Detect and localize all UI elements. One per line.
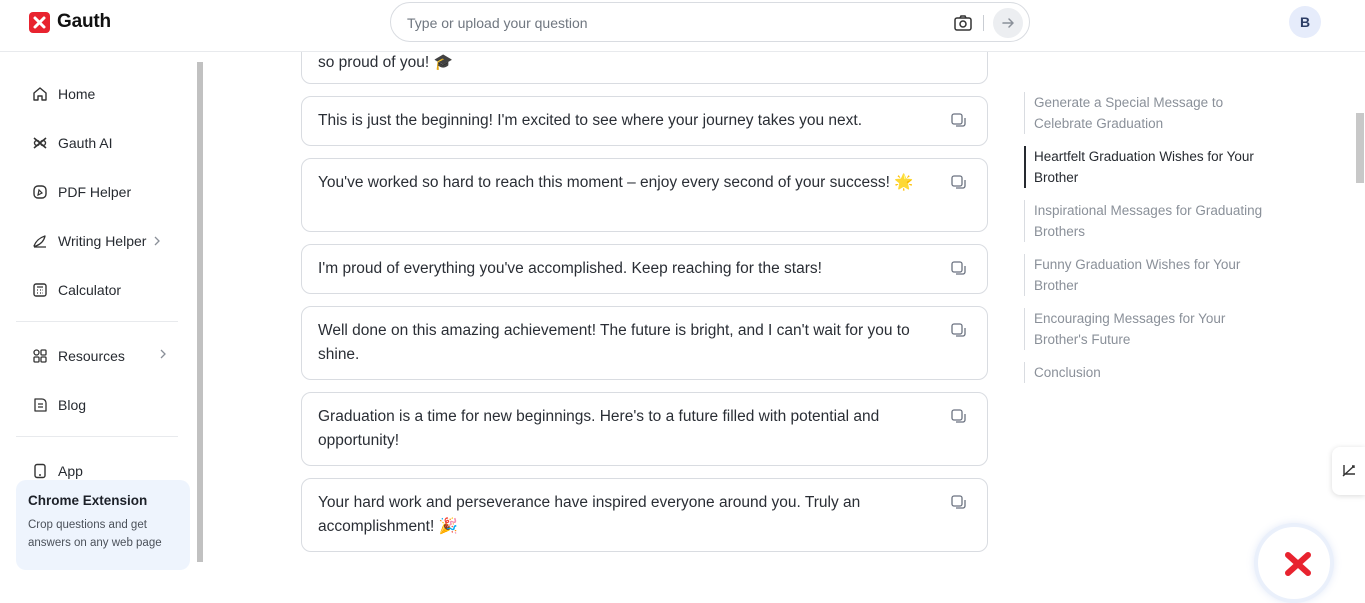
sidebar-item-label: Calculator [58,282,122,298]
copy-icon[interactable] [950,494,967,511]
sidebar-item-label: Blog [58,397,87,413]
message-card: Graduation is a time for new beginnings.… [301,392,988,466]
sidebar-item-home[interactable]: Home [16,75,178,113]
extension-description: Crop questions and get answers on any we… [28,519,162,549]
top-header: Gauth B [0,0,1365,52]
search-divider [983,15,984,31]
copy-icon[interactable] [950,260,967,277]
sidebar-item-blog[interactable]: Blog [16,386,178,424]
toc-item[interactable]: Generate a Special Message to Celebrate … [1024,92,1264,134]
message-text: You've worked so hard to reach this mome… [318,174,914,191]
camera-icon[interactable] [953,13,973,33]
message-card: Your hard work and perseverance have ins… [301,478,988,552]
sidebar-divider [16,321,178,322]
calculator-icon [32,282,48,298]
floating-tool-button[interactable] [1332,447,1365,495]
sidebar-scrollbar[interactable] [197,62,203,562]
arrow-right-icon [1002,18,1014,28]
message-card: This is just the beginning! I'm excited … [301,96,988,146]
message-card: You've worked so hard to reach this mome… [301,158,988,232]
copy-icon[interactable] [950,322,967,339]
sidebar-item-label: Home [58,86,96,102]
pdf-icon [32,184,48,200]
extension-title: Chrome Extension [28,493,148,508]
sidebar-item-writing-helper[interactable]: Writing Helper [16,222,178,260]
copy-icon[interactable] [950,174,967,191]
phone-icon [32,463,48,479]
message-text: Your hard work and perseverance have ins… [318,494,861,535]
message-text: Graduation is a time for new beginnings.… [318,408,880,449]
message-text: so proud of you! 🎓 [318,54,453,71]
sidebar-item-calculator[interactable]: Calculator [16,271,178,309]
gauth-assistant-icon [1284,549,1312,582]
message-text: I'm proud of everything you've accomplis… [318,260,822,277]
gauth-ai-icon [32,135,48,151]
toc-item[interactable]: Funny Graduation Wishes for Your Brother [1024,254,1264,296]
main-content: so proud of you! 🎓 This is just the begi… [205,52,1015,562]
toc-item[interactable]: Encouraging Messages for Your Brother's … [1024,308,1264,350]
sidebar-item-pdf-helper[interactable]: PDF Helper [16,173,178,211]
sidebar-item-label: Gauth AI [58,135,113,151]
brand-name: Gauth [57,11,111,32]
message-text: Well done on this amazing achievement! T… [318,322,910,363]
assistant-launcher[interactable] [1254,523,1334,603]
search-input[interactable] [407,12,927,34]
sidebar-item-label: Writing Helper [58,233,147,249]
crop-icon [1342,465,1355,477]
sidebar: Home Gauth AI PDF Helper Writing Helper … [0,52,205,570]
avatar[interactable]: B [1289,6,1321,38]
message-card: I'm proud of everything you've accomplis… [301,244,988,294]
message-card: so proud of you! 🎓 [301,52,988,84]
toc-item-active[interactable]: Heartfelt Graduation Wishes for Your Bro… [1024,146,1264,188]
copy-icon[interactable] [950,408,967,425]
pen-icon [32,233,48,249]
message-text: This is just the beginning! I'm excited … [318,112,863,129]
sidebar-divider [16,436,178,437]
table-of-contents: Generate a Special Message to Celebrate … [1024,92,1264,395]
toc-item[interactable]: Conclusion [1024,362,1264,383]
sidebar-item-resources[interactable]: Resources [16,337,178,375]
copy-icon[interactable] [950,112,967,129]
page-scrollbar[interactable] [1356,113,1364,183]
grid-icon [32,348,48,364]
message-card: Well done on this amazing achievement! T… [301,306,988,380]
chevron-right-icon [154,236,161,246]
sidebar-item-label: PDF Helper [58,184,132,200]
search-bar[interactable] [390,2,1030,42]
gauth-logo[interactable]: Gauth [29,11,111,33]
sidebar-item-gauth-ai[interactable]: Gauth AI [16,124,178,162]
toc-item[interactable]: Inspirational Messages for Graduating Br… [1024,200,1264,242]
sidebar-item-label: Resources [58,348,125,364]
chevron-right-icon [160,349,166,359]
submit-button[interactable] [993,8,1023,38]
gauth-logo-icon [29,11,50,33]
sidebar-item-label: App [58,463,83,479]
chrome-extension-card[interactable]: Chrome Extension Crop questions and get … [16,480,190,570]
blog-icon [32,397,48,413]
home-icon [32,86,48,102]
